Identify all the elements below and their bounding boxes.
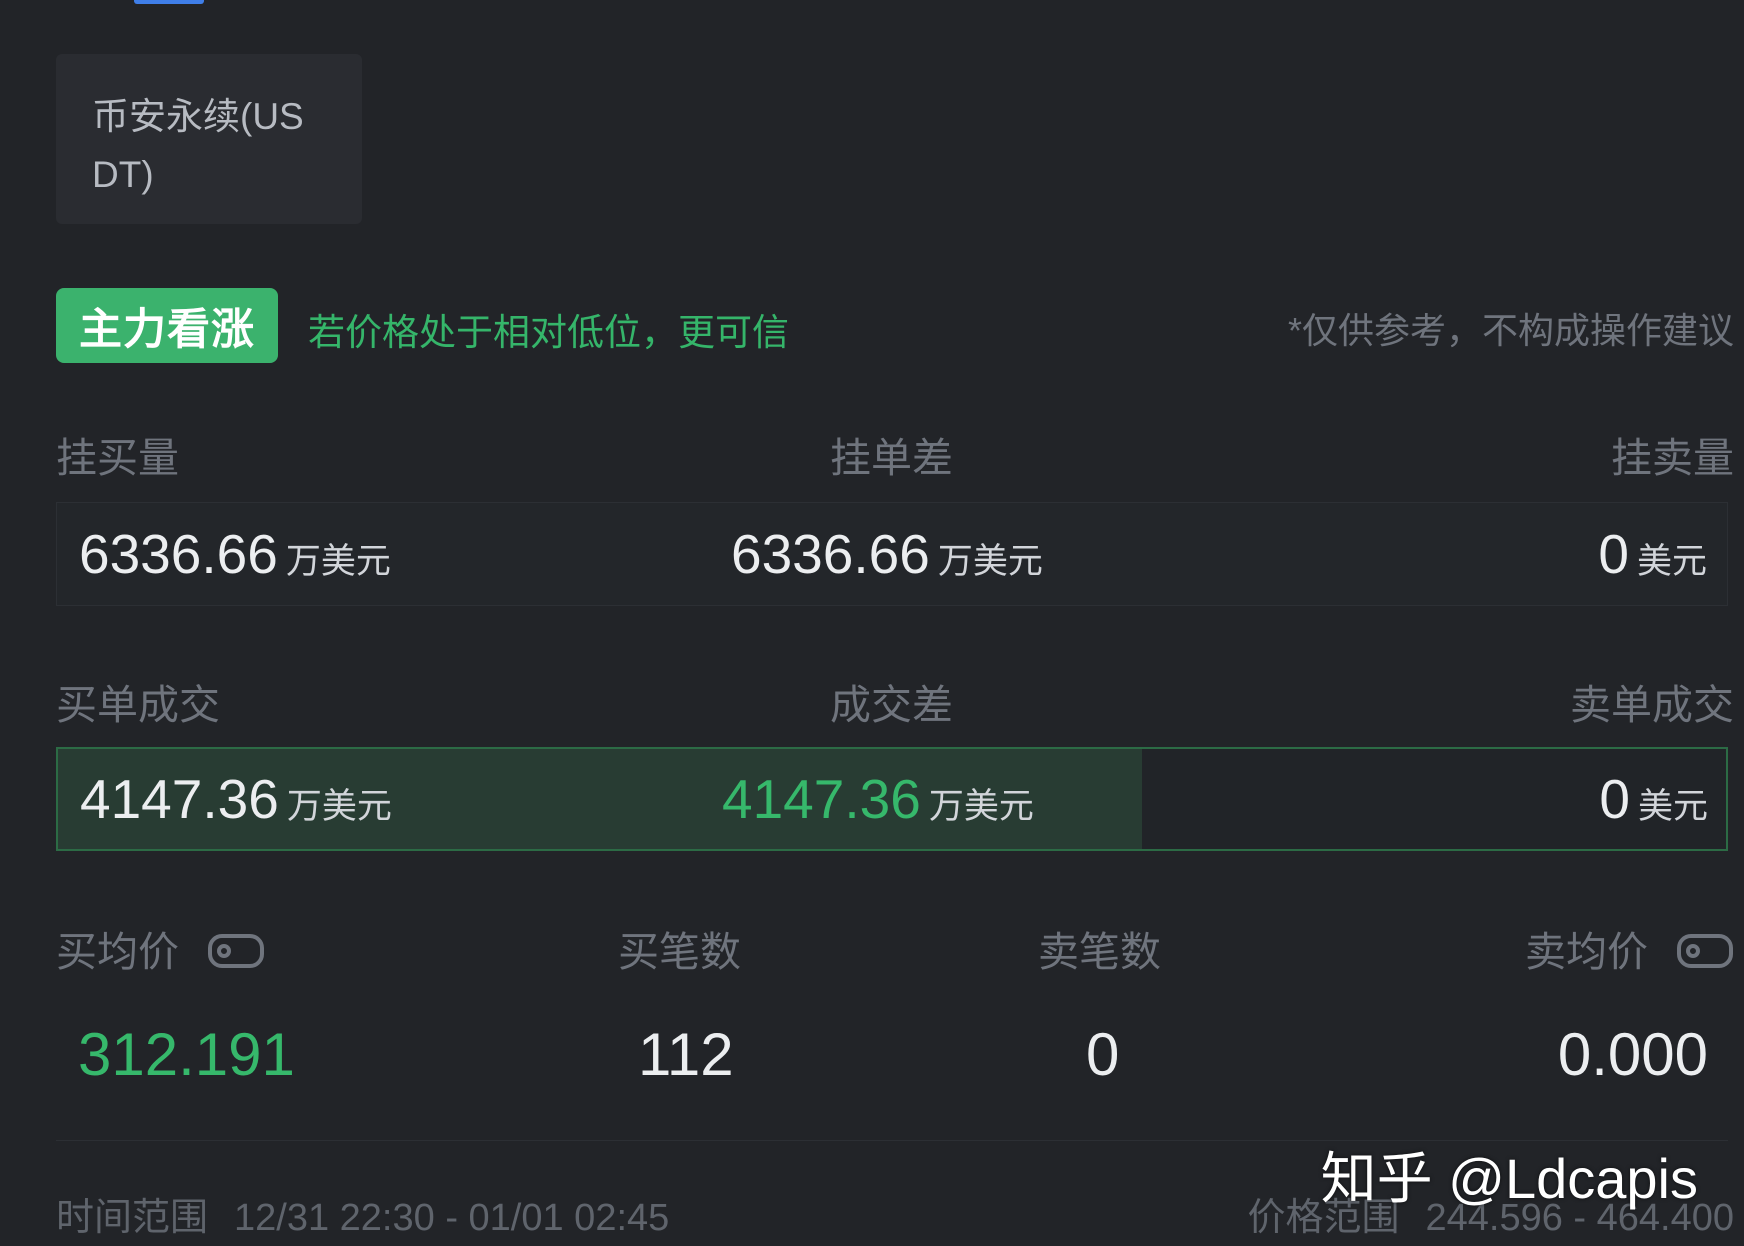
- active-tab-indicator: [134, 0, 204, 4]
- disclaimer: *仅供参考，不构成操作建议: [1287, 310, 1734, 351]
- tag-icon[interactable]: [207, 932, 265, 979]
- order-sell-label: 挂卖量: [1611, 435, 1734, 481]
- order-sell-value: 0 美元: [1598, 523, 1707, 585]
- exchange-selector[interactable]: 币安永续(USDT): [56, 54, 362, 224]
- trade-diff-label: 成交差: [830, 682, 953, 728]
- sell-avg-value: 0.000: [1557, 1021, 1708, 1088]
- trade-buy-value: 4147.36 万美元: [80, 768, 392, 830]
- buy-count-value: 112: [638, 1021, 734, 1088]
- buy-avg-value: 312.191: [78, 1021, 295, 1088]
- exchange-label: 币安永续(USDT): [92, 96, 304, 195]
- order-buy-label: 挂买量: [56, 435, 179, 481]
- order-diff-value: 6336.66 万美元: [731, 523, 1043, 585]
- watermark: 知乎 @Ldcapis: [1320, 1147, 1698, 1210]
- signal-hint: 若价格处于相对低位，更可信: [308, 312, 789, 353]
- time-range-label: 时间范围: [56, 1197, 209, 1239]
- trade-diff-value: 4147.36 万美元: [722, 768, 1034, 830]
- buy-count-label: 买笔数: [618, 929, 741, 975]
- order-buy-value: 6336.66 万美元: [79, 523, 391, 585]
- tag-icon[interactable]: [1676, 932, 1734, 979]
- order-book-panel: 6336.66 万美元 6336.66 万美元 0 美元: [56, 502, 1728, 606]
- time-range: 时间范围 12/31 22:30 - 01/01 02:45: [56, 1186, 669, 1241]
- order-diff-label: 挂单差: [830, 435, 953, 481]
- trade-buy-label: 买单成交: [56, 682, 220, 728]
- buy-avg-label: 买均价: [56, 918, 265, 979]
- trades-panel: 4147.36 万美元 4147.36 万美元 0 美元: [56, 747, 1728, 851]
- time-range-value: 12/31 22:30 - 01/01 02:45: [234, 1197, 670, 1239]
- sell-avg-label: 卖均价: [1525, 918, 1734, 979]
- trade-sell-value: 0 美元: [1599, 768, 1708, 830]
- sell-count-label: 卖笔数: [1038, 929, 1161, 975]
- trade-sell-label: 卖单成交: [1570, 682, 1734, 728]
- signal-badge: 主力看涨: [56, 288, 278, 363]
- sell-count-value: 0: [1086, 1021, 1120, 1088]
